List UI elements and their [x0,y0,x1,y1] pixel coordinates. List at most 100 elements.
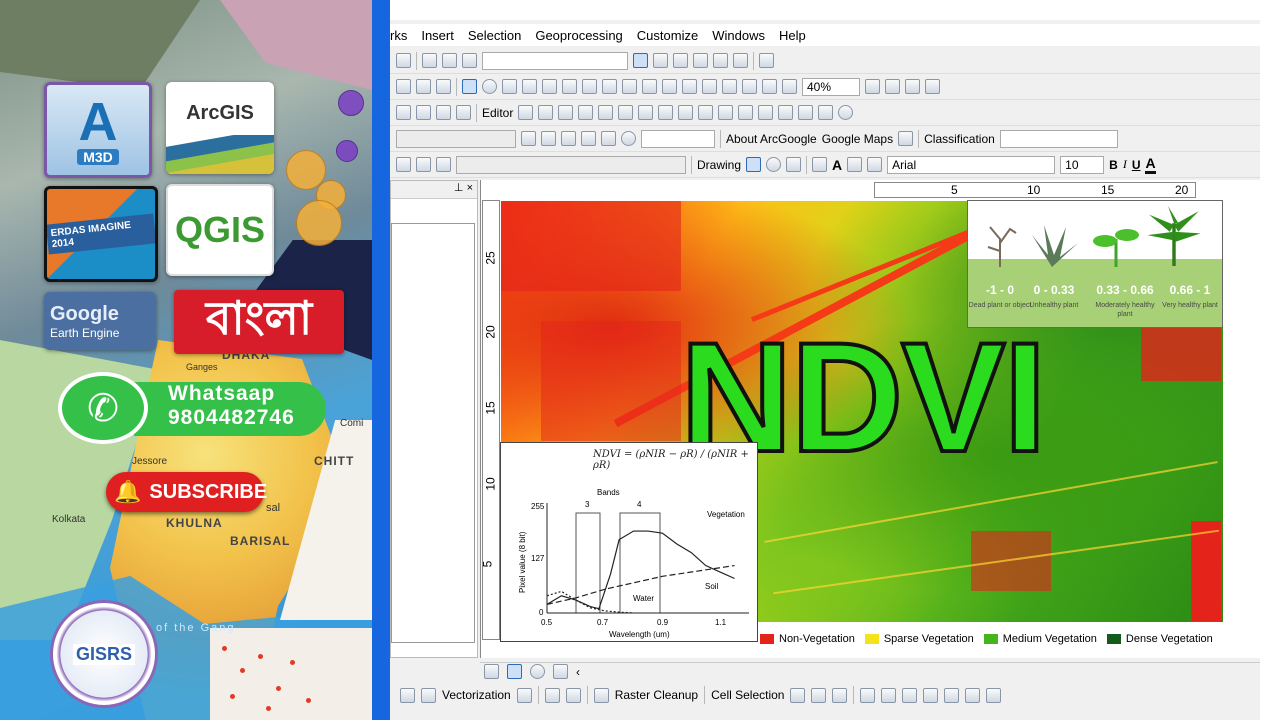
straight-segment-icon[interactable] [558,105,574,120]
find-icon[interactable] [562,79,577,94]
raster-cleanup-menu[interactable]: Raster Cleanup [615,688,698,702]
undo-icon[interactable] [422,53,437,68]
layout-zoom-dropdown[interactable]: 40% [802,77,860,96]
generate-features-icon[interactable] [923,687,939,703]
forward-icon[interactable] [416,79,431,94]
scale-dropdown[interactable] [482,51,628,70]
html-popup-icon[interactable] [522,79,537,94]
scale-icon[interactable] [436,157,451,172]
layer-dropdown[interactable] [396,129,516,148]
drawing-menu[interactable]: Drawing [697,158,741,172]
vectorization-menu[interactable]: Vectorization [442,688,511,702]
split-icon[interactable] [698,105,714,120]
image-icon[interactable] [396,157,411,172]
layout-pan-icon[interactable] [722,79,737,94]
edit-vertices-icon[interactable] [638,105,654,120]
change-layout-icon[interactable] [905,79,920,94]
italic-button[interactable]: I [1123,157,1127,172]
erase-icon[interactable] [593,687,609,703]
menu-help[interactable]: Help [779,28,806,43]
image-analysis-icon[interactable] [898,131,914,146]
sketch-icon[interactable] [521,131,536,146]
time-slider-icon[interactable] [602,79,617,94]
create-features-icon[interactable] [778,105,794,120]
layout-zoom-out-icon[interactable] [702,79,717,94]
add-to-selection-icon[interactable] [832,687,848,703]
classification-dropdown[interactable] [999,129,1118,148]
pan-icon[interactable] [396,79,411,94]
topology-icon[interactable] [798,105,814,120]
rectangle-icon[interactable] [812,157,828,172]
zoom-in-fixed-icon[interactable] [642,79,657,94]
zoom-out-fixed-icon[interactable] [662,79,677,94]
delete-icon[interactable] [396,53,411,68]
editor-menu[interactable]: Editor [482,106,513,120]
attributes-icon[interactable] [738,105,754,120]
vectorization-trace-icon[interactable] [860,687,876,703]
zoom-whole-page-icon[interactable] [742,79,757,94]
model-builder-icon[interactable] [759,53,774,68]
new-text-icon[interactable]: A [832,157,842,173]
menu-windows[interactable]: Windows [712,28,765,43]
menu-insert[interactable]: Insert [421,28,454,43]
subscribe-button[interactable]: 🔔 SUBSCRIBE [106,472,267,512]
show-preview-icon[interactable] [516,687,532,703]
toggle-draft-icon[interactable] [865,79,880,94]
attribute-icon[interactable] [456,105,471,120]
end-point-arc-icon[interactable] [578,105,594,120]
search-window-icon[interactable] [693,53,708,68]
grid-tool-icon[interactable] [416,157,431,172]
about-arcgoogle-button[interactable]: About ArcGoogle [726,132,817,146]
font-color-button[interactable]: A [1145,155,1156,174]
create-viewer-icon[interactable] [622,79,637,94]
scroll-left-icon[interactable]: ‹ [576,665,580,679]
table-of-contents-icon[interactable] [653,53,668,68]
select-arrow-icon[interactable] [746,157,762,172]
redo-icon[interactable] [442,53,457,68]
reshape-icon[interactable] [658,105,674,120]
font-dropdown[interactable]: Arial [887,155,1056,174]
globe-icon[interactable] [838,105,854,120]
arctoolbox-icon[interactable] [713,53,728,68]
cell-selection-menu[interactable]: Cell Selection [711,688,784,702]
underline-button[interactable]: U [1132,158,1141,172]
vectorization-settings-icon[interactable] [421,687,436,703]
shape-recognition-icon[interactable] [944,687,960,703]
cut-polygons-icon[interactable] [678,105,694,120]
raster-snap-icon[interactable] [881,687,897,703]
menu-bookmarks[interactable]: rks [390,28,407,43]
python-window-icon[interactable] [733,53,748,68]
georef-icon[interactable] [818,105,834,120]
hyperlink-icon[interactable] [502,79,517,94]
catalog-icon[interactable] [673,53,688,68]
data-driven-pages-icon[interactable] [925,79,940,94]
menu-selection[interactable]: Selection [468,28,521,43]
zoom-100-icon[interactable] [762,79,777,94]
label-icon[interactable] [581,131,596,146]
select-connected-cells-icon[interactable] [790,687,806,703]
menu-customize[interactable]: Customize [637,28,698,43]
font-size-dropdown[interactable]: 10 [1060,155,1105,174]
raster-icon[interactable] [400,687,415,703]
trace-icon[interactable] [598,105,614,120]
classification-menu[interactable]: Classification [924,132,995,146]
google-maps-menu[interactable]: Google Maps [822,132,893,146]
cell-fill-icon[interactable] [965,687,981,703]
curve-icon[interactable] [601,131,616,146]
edit-tool-icon[interactable] [518,105,534,120]
edit-annotation-icon[interactable] [538,105,554,120]
table-icon[interactable] [436,105,451,120]
select-elements-icon[interactable] [462,79,477,94]
layer-select-dropdown[interactable] [456,155,686,174]
globe-zoom-icon[interactable] [436,79,451,94]
close-icon[interactable]: × [467,182,473,194]
point-icon[interactable] [618,105,634,120]
shape-icon[interactable] [867,157,883,172]
rotate-element-icon[interactable] [766,157,782,172]
line-icon[interactable] [902,687,918,703]
rotate-icon[interactable] [718,105,734,120]
vertex-icon[interactable] [541,131,556,146]
pause-drawing-icon[interactable] [553,664,568,679]
zoom-selected-icon[interactable] [786,157,802,172]
sketch-properties-icon[interactable] [758,105,774,120]
